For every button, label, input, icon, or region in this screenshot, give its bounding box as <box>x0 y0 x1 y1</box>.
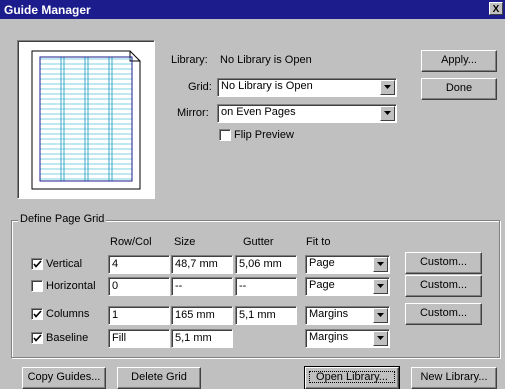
open-library-label: Open Library... <box>306 368 398 386</box>
check-mark-icon <box>33 310 42 318</box>
horizontal-custom-label: Custom... <box>419 279 468 291</box>
mirror-dropdown-value: on Even Pages <box>221 106 296 118</box>
page-preview-icon <box>31 50 141 190</box>
baseline-checkbox[interactable] <box>31 332 43 344</box>
vertical-checkbox[interactable] <box>31 258 43 270</box>
define-page-grid-title: Define Page Grid <box>18 213 107 225</box>
baseline-label: Baseline <box>46 332 89 344</box>
delete-grid-button[interactable]: Delete Grid <box>117 367 201 389</box>
check-mark-icon <box>33 260 42 268</box>
mirror-label: Mirror: <box>177 107 209 119</box>
vertical-custom-button[interactable]: Custom... <box>405 252 482 274</box>
baseline-rowcol-input[interactable]: Fill <box>108 329 170 348</box>
chevron-down-icon[interactable] <box>380 106 395 121</box>
apply-button[interactable]: Apply... <box>421 50 497 72</box>
columns-gutter-input[interactable]: 5,1 mm <box>235 306 297 325</box>
vertical-rowcol-input[interactable]: 4 <box>108 255 170 274</box>
copy-guides-button[interactable]: Copy Guides... <box>22 367 106 389</box>
flip-preview-label: Flip Preview <box>234 129 294 141</box>
columns-fit-value: Margins <box>309 308 349 320</box>
new-library-button[interactable]: New Library... <box>411 367 497 389</box>
chevron-down-icon[interactable] <box>373 257 388 272</box>
columns-rowcol-input[interactable]: 1 <box>108 306 170 325</box>
header-rowcol: Row/Col <box>110 236 152 248</box>
header-gutter: Gutter <box>243 236 274 248</box>
horizontal-label: Horizontal <box>46 280 96 292</box>
library-label: Library: <box>171 54 208 66</box>
chevron-down-icon[interactable] <box>380 80 395 95</box>
vertical-size-input[interactable]: 48,7 mm <box>171 255 233 274</box>
columns-checkbox[interactable] <box>31 308 43 320</box>
done-button[interactable]: Done <box>421 78 497 100</box>
window-title: Guide Manager <box>4 3 91 17</box>
copy-guides-label: Copy Guides... <box>27 371 101 383</box>
header-fit-to: Fit to <box>306 236 331 248</box>
grid-dropdown[interactable]: No Library is Open <box>217 78 397 97</box>
check-mark-icon <box>33 334 42 342</box>
horizontal-rowcol-input[interactable]: 0 <box>108 277 170 296</box>
vertical-fit-dropdown[interactable]: Page <box>305 255 390 274</box>
horizontal-size-input[interactable]: -- <box>171 277 233 296</box>
columns-size-input[interactable]: 165 mm <box>171 306 233 325</box>
columns-custom-label: Custom... <box>419 307 468 319</box>
vertical-gutter-input[interactable]: 5,06 mm <box>235 255 297 274</box>
horizontal-gutter-input[interactable]: -- <box>235 277 297 296</box>
chevron-down-icon[interactable] <box>373 308 388 323</box>
library-value: No Library is Open <box>220 54 312 66</box>
vertical-custom-label: Custom... <box>419 256 468 268</box>
columns-custom-button[interactable]: Custom... <box>405 303 482 325</box>
vertical-fit-value: Page <box>309 257 335 269</box>
horizontal-fit-value: Page <box>309 279 335 291</box>
title-bar: Guide Manager X <box>0 0 505 19</box>
flip-preview-checkbox[interactable] <box>219 129 231 141</box>
columns-fit-dropdown[interactable]: Margins <box>305 306 390 325</box>
baseline-size-input[interactable]: 5,1 mm <box>171 329 233 348</box>
open-library-button[interactable]: Open Library... <box>304 366 400 389</box>
baseline-fit-dropdown[interactable]: Margins <box>305 329 390 348</box>
delete-grid-label: Delete Grid <box>131 371 187 383</box>
grid-dropdown-value: No Library is Open <box>221 80 313 92</box>
baseline-fit-value: Margins <box>309 331 349 343</box>
close-button[interactable]: X <box>489 2 503 15</box>
mirror-dropdown[interactable]: on Even Pages <box>217 104 397 123</box>
columns-label: Columns <box>46 308 90 320</box>
new-library-label: New Library... <box>420 371 488 383</box>
page-grid-preview <box>17 40 155 199</box>
chevron-down-icon[interactable] <box>373 331 388 346</box>
done-button-label: Done <box>445 82 473 94</box>
chevron-down-icon[interactable] <box>373 279 388 294</box>
apply-button-label: Apply... <box>441 54 477 66</box>
horizontal-custom-button[interactable]: Custom... <box>405 275 482 297</box>
vertical-label: Vertical <box>46 258 83 270</box>
header-size: Size <box>174 236 196 248</box>
horizontal-checkbox[interactable] <box>31 280 43 292</box>
grid-label: Grid: <box>188 81 212 93</box>
horizontal-fit-dropdown[interactable]: Page <box>305 277 390 296</box>
